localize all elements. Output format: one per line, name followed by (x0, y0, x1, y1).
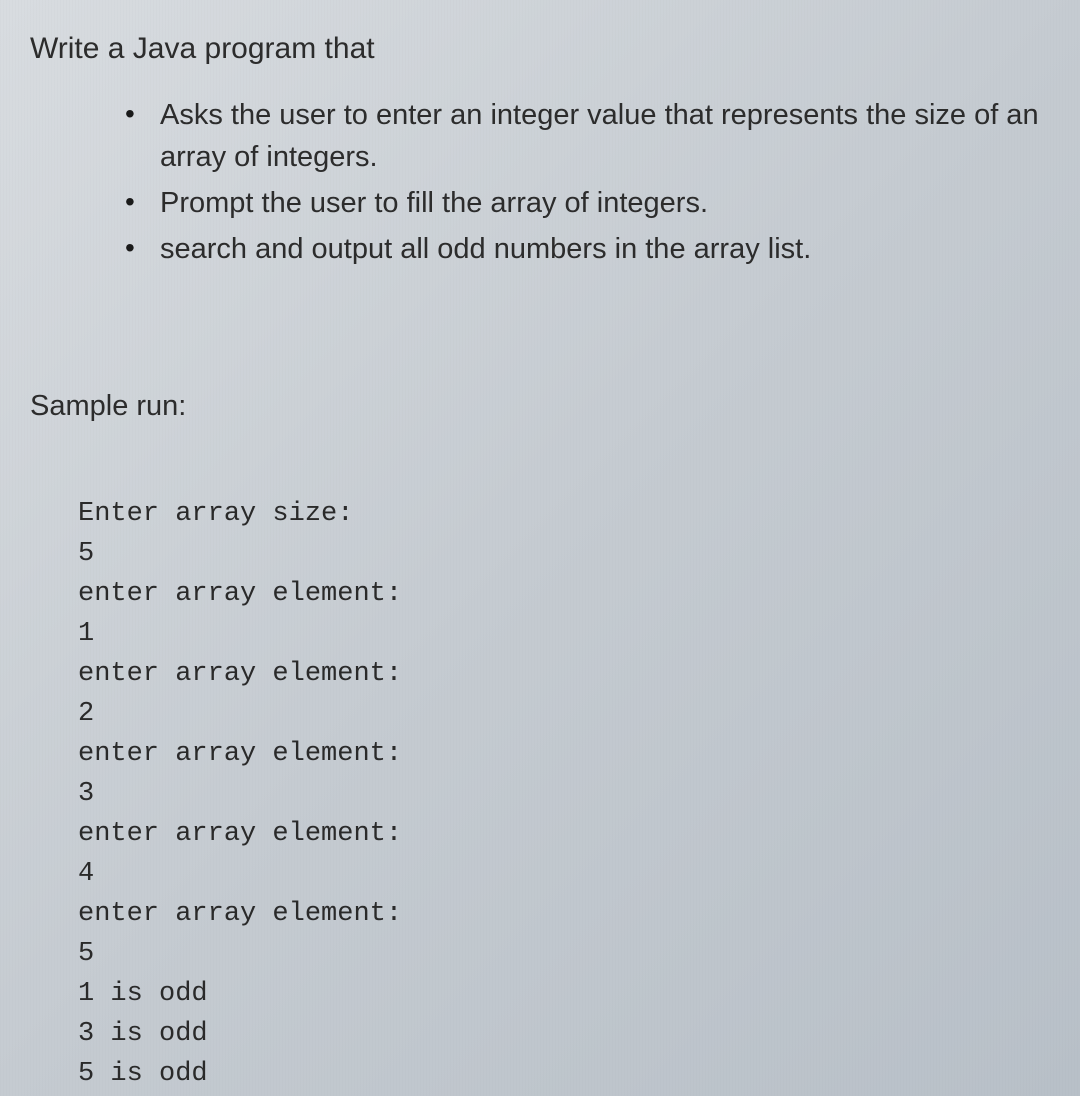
sample-line: enter array element: (78, 579, 402, 609)
list-item: Asks the user to enter an integer value … (125, 94, 1050, 178)
sample-line: enter array element: (78, 899, 402, 929)
sample-line: enter array element: (78, 659, 402, 689)
requirement-list: Asks the user to enter an integer value … (30, 94, 1050, 270)
sample-line: 5 is odd (78, 1059, 208, 1089)
sample-line: 5 (78, 939, 94, 969)
sample-line: enter array element: (78, 819, 402, 849)
sample-line: 1 is odd (78, 979, 208, 1009)
sample-run-heading: Sample run: (30, 390, 1050, 423)
sample-line: 3 (78, 779, 94, 809)
list-item: search and output all odd numbers in the… (125, 228, 1050, 270)
sample-line: 2 (78, 699, 94, 729)
sample-line: 5 (78, 539, 94, 569)
sample-line: 1 (78, 619, 94, 649)
sample-line: 4 (78, 859, 94, 889)
sample-line: enter array element: (78, 739, 402, 769)
list-item: Prompt the user to fill the array of int… (125, 182, 1050, 224)
sample-run-output: Enter array size: 5 enter array element:… (30, 495, 1050, 1094)
sample-line: 3 is odd (78, 1019, 208, 1049)
page-heading: Write a Java program that (30, 32, 1050, 66)
sample-line: Enter array size: (78, 499, 353, 529)
